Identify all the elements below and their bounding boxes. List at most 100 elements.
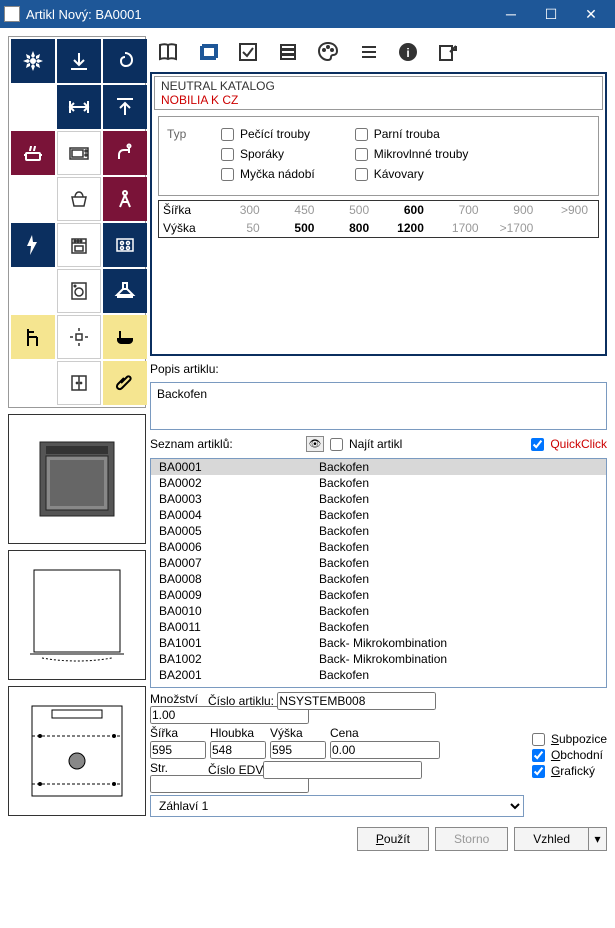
find-article-checkbox[interactable] <box>330 438 343 451</box>
dim-value[interactable]: 700 <box>430 203 485 217</box>
preview-3d <box>8 414 146 544</box>
svg-text:i: i <box>406 46 409 60</box>
graphic-label: Grafický <box>551 764 595 778</box>
minimize-button[interactable]: ─ <box>491 0 531 28</box>
check-icon[interactable] <box>236 40 260 64</box>
maximize-button[interactable]: ☐ <box>531 0 571 28</box>
dim-value[interactable]: >900 <box>539 203 594 217</box>
toolbar: i <box>150 36 607 68</box>
artnum-input[interactable] <box>277 692 436 710</box>
cat-bath-icon[interactable] <box>103 315 147 359</box>
dim-value[interactable]: 1700 <box>430 221 485 235</box>
list-item[interactable]: BA1002Back- Mikrokombination <box>151 651 606 667</box>
stack-icon[interactable] <box>276 40 300 64</box>
str-label: Str. <box>150 761 168 775</box>
cat-width-icon[interactable] <box>57 85 101 129</box>
width-input[interactable] <box>150 741 206 759</box>
list-icon[interactable] <box>356 40 380 64</box>
use-button[interactable]: Použít <box>357 827 429 851</box>
cat-pot-icon[interactable] <box>11 131 55 175</box>
list-item[interactable]: BA0011Backofen <box>151 619 606 635</box>
cat-down-arrow-icon[interactable] <box>57 39 101 83</box>
dim-label: Výška <box>163 221 211 235</box>
list-item[interactable]: BA0010Backofen <box>151 603 606 619</box>
trade-checkbox[interactable] <box>532 749 545 762</box>
binoculars-icon[interactable]: 👁 <box>306 436 324 452</box>
list-item[interactable]: BA0008Backofen <box>151 571 606 587</box>
cat-hood-icon[interactable] <box>103 269 147 313</box>
cat-power-icon[interactable] <box>11 223 55 267</box>
cancel-button[interactable]: Storno <box>435 827 508 851</box>
box-icon[interactable] <box>196 40 220 64</box>
cat-cooktop-icon[interactable] <box>103 223 147 267</box>
close-button[interactable]: ✕ <box>571 0 611 28</box>
cat-stove-icon[interactable] <box>57 223 101 267</box>
category-grid <box>8 36 146 408</box>
dimension-filter: Šířka300450500600700900>900Výška50500800… <box>158 200 599 238</box>
dim-value[interactable]: 50 <box>211 221 266 235</box>
type-checkbox[interactable] <box>221 168 234 181</box>
article-list[interactable]: BA0001BackofenBA0002BackofenBA0003Backof… <box>150 458 607 688</box>
list-header: Seznam artiklů: 👁 Najít artikl QuickClic… <box>150 434 607 454</box>
qty-label: Množství <box>150 692 198 706</box>
cat-faucet-icon[interactable] <box>103 131 147 175</box>
price-input[interactable] <box>330 741 440 759</box>
list-item[interactable]: BA0007Backofen <box>151 555 606 571</box>
list-item[interactable]: BA0002Backofen <box>151 475 606 491</box>
look-button[interactable]: Vzhled <box>514 827 589 851</box>
cat-washer-icon[interactable] <box>57 269 101 313</box>
dim-value[interactable]: 800 <box>320 221 375 235</box>
footer-buttons: Použít Storno Vzhled ▾ <box>150 821 607 851</box>
list-item[interactable]: BA0003Backofen <box>151 491 606 507</box>
cat-doors-icon[interactable] <box>57 361 101 405</box>
export-icon[interactable] <box>436 40 460 64</box>
cat-compass-icon[interactable] <box>103 177 147 221</box>
subposition-label: Subpozice <box>551 732 607 746</box>
cat-basket-icon[interactable] <box>57 177 101 221</box>
graphic-checkbox[interactable] <box>532 765 545 778</box>
book-icon[interactable] <box>156 40 180 64</box>
list-item[interactable]: BA0006Backofen <box>151 539 606 555</box>
list-item[interactable]: BA0005Backofen <box>151 523 606 539</box>
depth-input[interactable] <box>210 741 266 759</box>
look-dropdown-button[interactable]: ▾ <box>589 827 607 851</box>
type-option-label: Myčka nádobí <box>240 167 315 181</box>
cat-spiral-icon[interactable] <box>103 39 147 83</box>
cat-light-icon[interactable] <box>57 315 101 359</box>
dim-value[interactable] <box>539 221 594 235</box>
dim-value[interactable]: >1700 <box>485 221 540 235</box>
dim-value[interactable]: 500 <box>320 203 375 217</box>
cat-up-arrow-icon[interactable] <box>103 85 147 129</box>
dim-value[interactable]: 900 <box>485 203 540 217</box>
height-input[interactable] <box>270 741 326 759</box>
titlebar: Artikl Nový: BA0001 ─ ☐ ✕ <box>0 0 615 28</box>
info-icon[interactable]: i <box>396 40 420 64</box>
header-select[interactable]: Záhlaví 1 <box>150 795 524 817</box>
dim-value[interactable]: 300 <box>211 203 266 217</box>
trade-label: Obchodní <box>551 748 603 762</box>
cat-microwave-icon[interactable] <box>57 131 101 175</box>
dim-value[interactable]: 600 <box>375 203 430 217</box>
subposition-checkbox[interactable] <box>532 733 545 746</box>
list-item[interactable]: BA0001Backofen <box>151 459 606 475</box>
catalog-header: NEUTRAL KATALOG NOBILIA K CZ <box>154 76 603 110</box>
type-checkbox[interactable] <box>355 168 368 181</box>
dim-value[interactable]: 450 <box>266 203 321 217</box>
cat-clip-icon[interactable] <box>103 361 147 405</box>
quickclick-checkbox[interactable] <box>531 438 544 451</box>
cat-flower-icon[interactable] <box>11 39 55 83</box>
list-item[interactable]: BA2001Backofen <box>151 667 606 683</box>
type-checkbox[interactable] <box>221 148 234 161</box>
dim-value[interactable]: 500 <box>266 221 321 235</box>
edv-input[interactable] <box>263 761 422 779</box>
type-checkbox[interactable] <box>355 128 368 141</box>
quickclick-label: QuickClick <box>550 437 607 451</box>
list-item[interactable]: BA0004Backofen <box>151 507 606 523</box>
type-checkbox[interactable] <box>221 128 234 141</box>
palette-icon[interactable] <box>316 40 340 64</box>
dim-value[interactable]: 1200 <box>375 221 430 235</box>
list-item[interactable]: BA0009Backofen <box>151 587 606 603</box>
list-item[interactable]: BA1001Back- Mikrokombination <box>151 635 606 651</box>
cat-chair-icon[interactable] <box>11 315 55 359</box>
type-checkbox[interactable] <box>355 148 368 161</box>
